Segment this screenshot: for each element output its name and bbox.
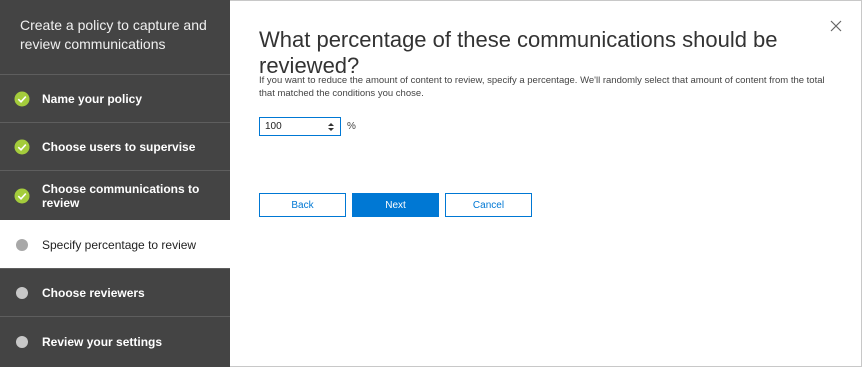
step-label: Name your policy [42,91,143,106]
step-label: Choose reviewers [42,285,145,300]
percentage-value: 100 [265,121,282,132]
step-review-settings[interactable]: Review your settings [0,316,230,367]
percent-unit: % [347,121,356,132]
dot-icon [14,285,30,301]
cancel-button[interactable]: Cancel [445,193,532,217]
check-circle-icon [14,139,30,155]
description-text: If you want to reduce the amount of cont… [259,75,825,99]
step-specify-percentage[interactable]: Specify percentage to review [0,220,230,268]
wizard-sidebar: Create a policy to capture and review co… [0,0,230,367]
step-choose-reviewers[interactable]: Choose reviewers [0,268,230,316]
dot-icon [14,237,30,253]
step-label: Choose users to supervise [42,139,196,154]
page-title: What percentage of these communications … [259,27,778,78]
spinner-icon[interactable] [326,120,336,134]
step-choose-users[interactable]: Choose users to supervise [0,122,230,170]
wizard-content: What percentage of these communications … [230,0,862,367]
check-circle-icon [14,91,30,107]
step-label: Specify percentage to review [42,237,197,252]
dot-icon [14,334,30,350]
percentage-input[interactable]: 100 [259,117,341,136]
step-label: Review your settings [42,335,163,349]
step-choose-communications[interactable]: Choose communications to review [0,170,230,220]
step-label: Choose communications to review [42,181,200,210]
sidebar-title: Create a policy to capture and review co… [20,17,207,52]
back-button[interactable]: Back [259,193,346,217]
next-button[interactable]: Next [352,193,439,217]
check-circle-icon [14,188,30,204]
step-name-your-policy[interactable]: Name your policy [0,74,230,122]
percentage-row: 100 % [259,117,356,136]
close-icon[interactable] [828,18,844,34]
